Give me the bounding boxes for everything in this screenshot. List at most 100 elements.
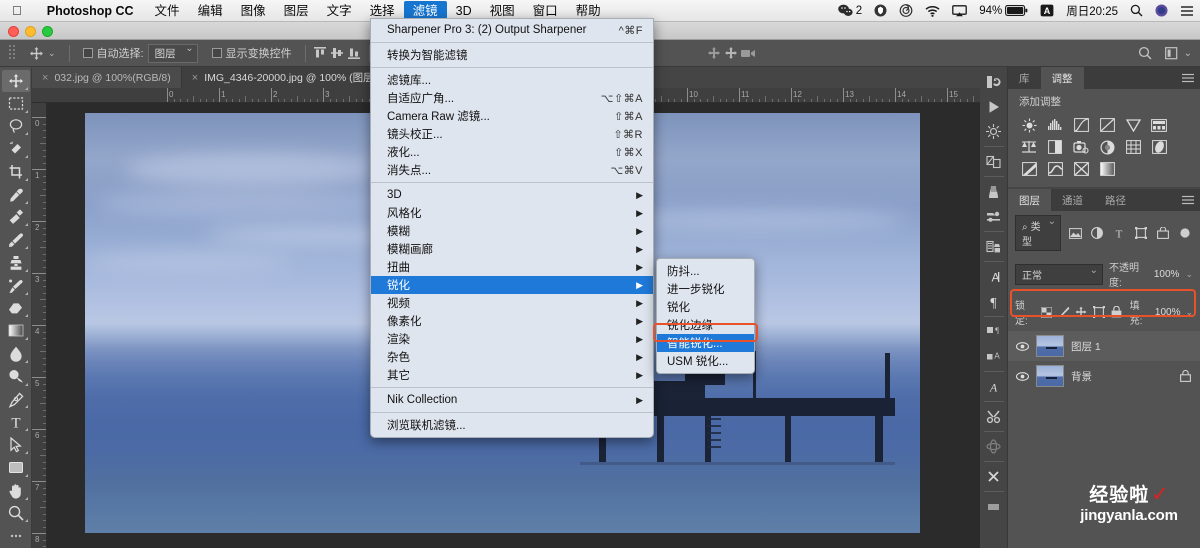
- submenu-item-shake-reduction[interactable]: 防抖...: [657, 262, 754, 280]
- panel-menu-icon[interactable]: [1182, 73, 1194, 86]
- filter-smart-object-icon[interactable]: [1155, 226, 1171, 240]
- eraser-tool[interactable]: [2, 298, 30, 320]
- opacity-value[interactable]: 100%: [1154, 269, 1180, 280]
- menu-file[interactable]: 文件: [146, 1, 189, 21]
- rectangular-marquee-tool[interactable]: [2, 93, 30, 115]
- vibrance-icon[interactable]: [1124, 117, 1142, 133]
- battery-status-item[interactable]: 94%: [973, 5, 1034, 17]
- auto-select-checkbox-group[interactable]: 自动选择: 图层: [76, 43, 205, 63]
- submenu-item-usm-sharpen[interactable]: USM 锐化...: [657, 352, 754, 370]
- lock-transparent-pixels-icon[interactable]: [1040, 305, 1053, 319]
- menu-item-nik-collection[interactable]: Nik Collection ▶: [371, 391, 653, 409]
- search-icon[interactable]: [1137, 45, 1154, 62]
- filter-menu-dropdown[interactable]: Sharpener Pro 3: (2) Output Sharpener ^⌘…: [370, 18, 654, 438]
- history-icon[interactable]: [981, 69, 1007, 94]
- zoom-button[interactable]: [42, 26, 53, 37]
- filter-toggle-icon[interactable]: [1177, 226, 1193, 240]
- horizontal-type-tool[interactable]: T: [2, 411, 30, 433]
- invert-icon[interactable]: [1150, 139, 1168, 155]
- blend-mode-dropdown[interactable]: 正常: [1015, 263, 1103, 285]
- spot-healing-brush-tool[interactable]: [2, 207, 30, 229]
- eyedropper-tool[interactable]: [2, 184, 30, 206]
- panel-menu-icon[interactable]: [1182, 195, 1194, 208]
- notification-center-item[interactable]: [1174, 5, 1200, 17]
- close-button[interactable]: [8, 26, 19, 37]
- threshold-icon[interactable]: [1046, 161, 1064, 177]
- layer-filter-type-dropdown[interactable]: ⌕ 类型: [1015, 215, 1061, 251]
- menu-item-vanishing-point[interactable]: 消失点... ⌥⌘V: [371, 161, 653, 179]
- layer-name[interactable]: 背景: [1071, 369, 1171, 384]
- channel-mixer-icon[interactable]: [1098, 139, 1116, 155]
- layer-thumbnail[interactable]: [1036, 335, 1064, 357]
- show-transform-controls-group[interactable]: 显示变换控件: [205, 45, 299, 61]
- menu-item-sharpener-pro[interactable]: Sharpener Pro 3: (2) Output Sharpener ^⌘…: [371, 21, 653, 39]
- character-icon[interactable]: A: [981, 264, 1007, 289]
- fill-chevron-down-icon[interactable]: ⌄: [1185, 307, 1193, 318]
- apple-logo-icon[interactable]: : [0, 4, 35, 17]
- blur-tool[interactable]: [2, 343, 30, 365]
- hand-tool[interactable]: [2, 480, 30, 502]
- layer-comps-icon[interactable]: [981, 149, 1007, 174]
- quick-selection-tool[interactable]: [2, 138, 30, 160]
- crop-tool[interactable]: [2, 161, 30, 183]
- menu-item-liquify[interactable]: 液化... ⇧⌘X: [371, 143, 653, 161]
- paragraph-styles-icon[interactable]: A: [981, 344, 1007, 369]
- opacity-chevron-down-icon[interactable]: ⌄: [1185, 269, 1193, 280]
- selective-color-icon[interactable]: [1072, 161, 1090, 177]
- menu-item-sharpen[interactable]: 锐化 ▶: [371, 276, 653, 294]
- submenu-item-sharpen-edges[interactable]: 锐化边缘: [657, 316, 754, 334]
- shield-status-item[interactable]: [868, 4, 893, 17]
- edit-toolbar-tool[interactable]: [2, 525, 30, 547]
- vertical-ruler[interactable]: 0 1 2 3 4 5 6 7 8: [32, 103, 47, 548]
- lock-position-icon[interactable]: [1075, 305, 1087, 319]
- menu-item-video[interactable]: 视频 ▶: [371, 294, 653, 312]
- menu-item-adaptive-wide-angle[interactable]: 自适应广角... ⌥⇧⌘A: [371, 89, 653, 107]
- submenu-item-sharpen-more[interactable]: 进一步锐化: [657, 280, 754, 298]
- brush-presets-icon[interactable]: [981, 179, 1007, 204]
- menu-item-distort[interactable]: 扭曲 ▶: [371, 258, 653, 276]
- brightness-contrast-icon[interactable]: [1020, 117, 1038, 133]
- dodge-tool[interactable]: [2, 366, 30, 388]
- close-tab-icon[interactable]: ×: [42, 72, 48, 84]
- 3d-mode-icon[interactable]: [740, 45, 757, 62]
- document-tab-1[interactable]: × 032.jpg @ 100%(RGB/8): [32, 67, 182, 88]
- auto-select-checkbox[interactable]: [82, 48, 93, 58]
- character-styles-icon[interactable]: ¶: [981, 319, 1007, 344]
- paragraph-icon[interactable]: ¶: [981, 289, 1007, 314]
- actions-play-icon[interactable]: [981, 94, 1007, 119]
- menu-item-stylize[interactable]: 风格化 ▶: [371, 204, 653, 222]
- tab-channels[interactable]: 通道: [1051, 189, 1094, 211]
- filter-type-icon[interactable]: T: [1111, 226, 1127, 240]
- hue-saturation-icon[interactable]: [1150, 117, 1168, 133]
- glyphs-icon[interactable]: A: [981, 374, 1007, 399]
- lasso-tool[interactable]: [2, 116, 30, 138]
- history-brush-tool[interactable]: [2, 275, 30, 297]
- fill-value[interactable]: 100%: [1155, 307, 1181, 318]
- menubar-clock[interactable]: 周日20:25: [1060, 3, 1124, 19]
- input-source-status-item[interactable]: A: [1034, 4, 1060, 17]
- clone-source-icon[interactable]: [981, 234, 1007, 259]
- layer-row-1[interactable]: 图层 1: [1008, 331, 1200, 361]
- 3d-icon[interactable]: [981, 434, 1007, 459]
- document-tab-2[interactable]: × IMG_4346-20000.jpg @ 100% (图层: [181, 67, 385, 88]
- menu-item-camera-raw-filter[interactable]: Camera Raw 滤镜... ⇧⌘A: [371, 107, 653, 125]
- distribute-horizontal-icon[interactable]: [723, 45, 740, 62]
- menu-item-filter-gallery[interactable]: 滤镜库...: [371, 71, 653, 89]
- workspace-chevron-down-icon[interactable]: ⌄: [1184, 48, 1192, 59]
- layer-row-2[interactable]: 背景: [1008, 361, 1200, 391]
- distribute-vertical-icon[interactable]: [706, 45, 723, 62]
- siri-item[interactable]: [1149, 4, 1174, 17]
- gradient-tool[interactable]: [2, 320, 30, 342]
- menu-item-browse-filters-online[interactable]: 浏览联机滤镜...: [371, 416, 653, 434]
- tab-paths[interactable]: 路径: [1094, 189, 1137, 211]
- tab-library[interactable]: 库: [1008, 67, 1041, 89]
- creative-cloud-status-item[interactable]: [893, 4, 919, 17]
- align-top-edges-icon[interactable]: [312, 45, 329, 62]
- wifi-status-item[interactable]: [919, 5, 946, 17]
- minimize-button[interactable]: [25, 26, 36, 37]
- spotlight-search-item[interactable]: [1124, 4, 1149, 17]
- move-tool[interactable]: [1, 70, 30, 92]
- tool-presets-icon[interactable]: [981, 204, 1007, 229]
- more-icon[interactable]: [981, 494, 1007, 519]
- wechat-status-item[interactable]: 2: [832, 4, 868, 17]
